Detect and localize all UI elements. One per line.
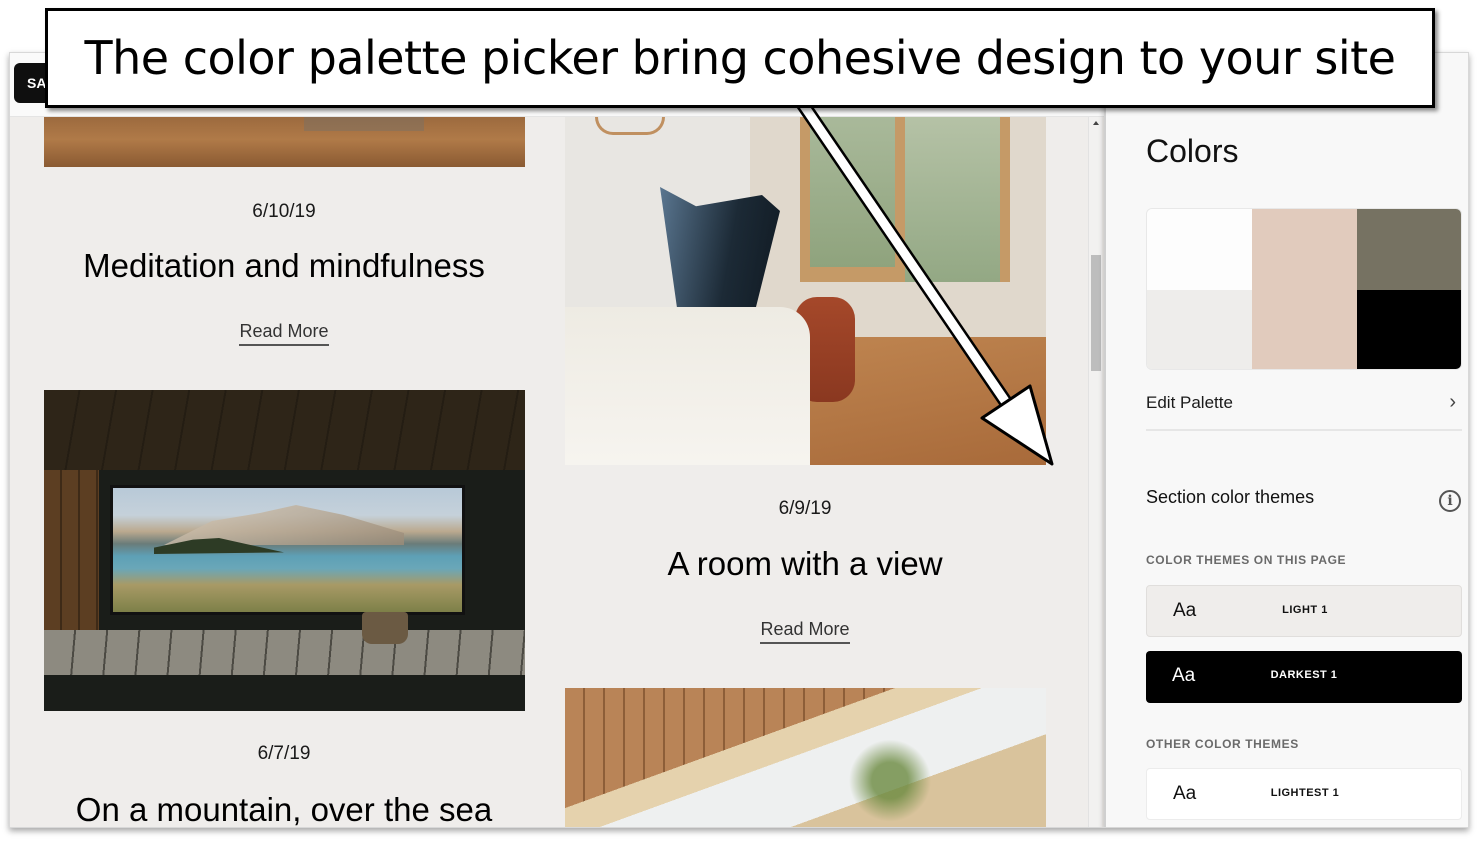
post-image-bedroom[interactable] [565,117,1046,465]
post-date: 6/7/19 [257,743,311,764]
editor-window: SA 6/10/19 Meditation and mindfulness Re… [9,52,1469,828]
theme-card-lightest-1[interactable]: Aa LIGHTEST 1 [1146,768,1462,820]
theme-card-light-1[interactable]: Aa LIGHT 1 [1146,585,1462,637]
post-title[interactable]: Meditation and mindfulness [24,247,544,285]
palette-swatch-olive-gray[interactable] [1357,209,1461,290]
read-more-link[interactable]: Read More [44,321,524,346]
annotation-banner: The color palette picker bring cohesive … [45,8,1435,108]
post-image-cabin[interactable] [565,688,1046,827]
scrollbar-thumb[interactable] [1091,255,1101,371]
read-more-label[interactable]: Read More [760,619,850,644]
palette-swatch-light-gray[interactable] [1147,290,1252,369]
scroll-up-arrow-icon[interactable] [1093,121,1099,125]
post-image-grass[interactable] [44,117,525,167]
edit-palette-button[interactable]: Edit Palette › [1146,387,1462,431]
color-palette[interactable] [1146,208,1462,370]
panel-title: Colors [1146,133,1239,169]
post-date: 6/10/19 [252,201,316,222]
chevron-right-icon: › [1449,391,1456,413]
site-preview: 6/10/19 Meditation and mindfulness Read … [10,117,1100,827]
post-title[interactable]: A room with a view [545,545,1065,583]
other-color-themes-label: OTHER COLOR THEMES [1146,737,1299,751]
theme-name: LIGHT 1 [1282,604,1328,616]
theme-card-darkest-1[interactable]: Aa DARKEST 1 [1146,651,1462,703]
post-image-sauna[interactable] [44,390,525,711]
palette-swatch-beige[interactable] [1252,209,1357,369]
read-more-link[interactable]: Read More [565,619,1045,644]
color-themes-on-page-label: COLOR THEMES ON THIS PAGE [1146,553,1347,567]
section-color-themes-heading: Section color themes [1146,487,1315,507]
post-date: 6/9/19 [778,498,832,519]
info-icon[interactable]: i [1439,490,1461,512]
site-scrollbar[interactable] [1088,117,1102,827]
palette-swatch-white[interactable] [1147,209,1252,290]
theme-name: DARKEST 1 [1270,669,1338,681]
post-title[interactable]: On a mountain, over the sea [24,791,544,827]
read-more-label[interactable]: Read More [239,321,329,346]
palette-swatch-black[interactable] [1357,290,1461,369]
theme-name: LIGHTEST 1 [1270,787,1340,799]
edit-palette-label: Edit Palette [1146,393,1233,412]
colors-panel: Colors Edit Palette › Section color them… [1104,53,1468,827]
